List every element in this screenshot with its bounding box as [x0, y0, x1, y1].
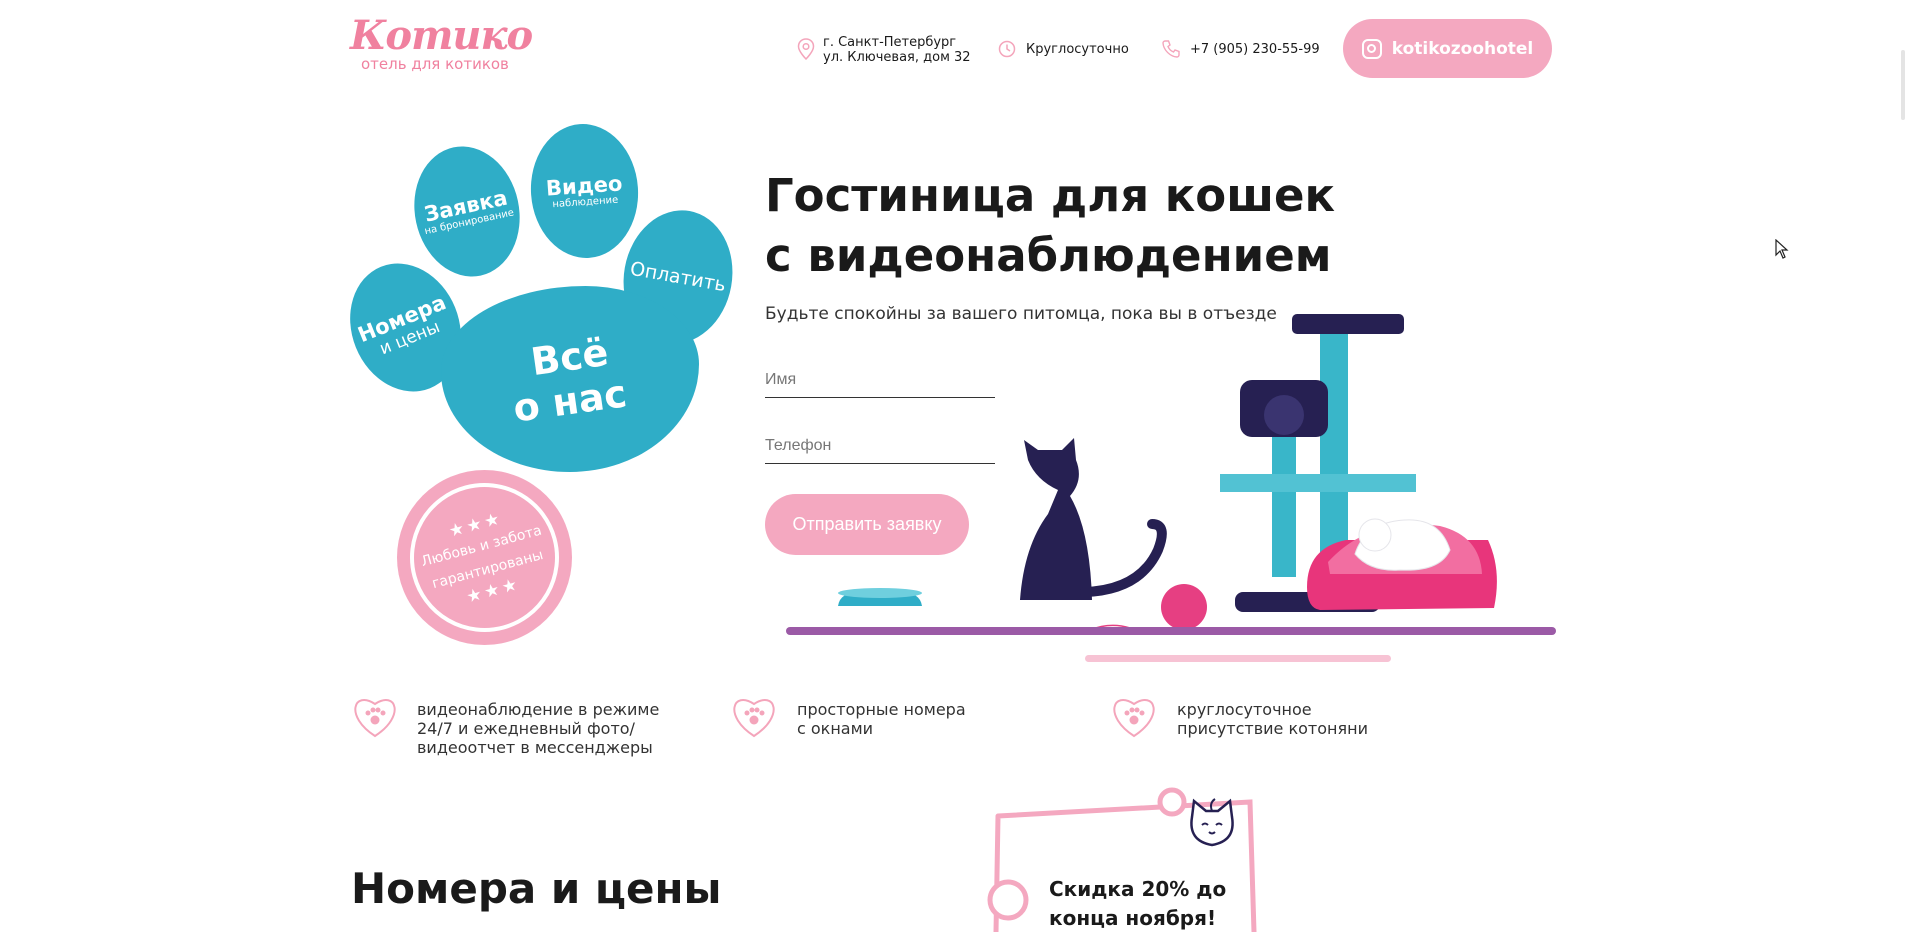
- mouse-cursor-icon: [1775, 239, 1789, 259]
- floor-shelf: [786, 627, 1556, 635]
- promo-line2: конца ноября!: [1049, 906, 1217, 930]
- hero-title: Гостиница для кошек с видеонаблюдением: [765, 166, 1335, 286]
- instagram-icon: [1361, 38, 1382, 59]
- guarantee-seal-text: ★★★ Любовь и забота гарантированы ★★★: [393, 466, 576, 649]
- scratch-post: [1320, 320, 1348, 575]
- cat-face-icon: [1190, 798, 1234, 847]
- heart-paw-icon: [733, 699, 775, 738]
- feature-rooms-line2: с окнами: [797, 719, 874, 738]
- heart-paw-icon: [1113, 699, 1155, 738]
- yarn-ball: [1161, 584, 1207, 630]
- paw-pay-label: Оплатить: [628, 257, 728, 297]
- scrollbar-thumb[interactable]: [1901, 50, 1905, 120]
- instagram-button[interactable]: kotikozoohotel: [1343, 19, 1552, 78]
- feature-staff: круглосуточное присутствие котоняни: [1177, 700, 1368, 738]
- paw-about-button[interactable]: Всё о нас: [441, 286, 699, 472]
- address-line2: ул. Ключевая, дом 32: [823, 50, 971, 65]
- feature-video-line3: видеоотчет в мессенджеры: [417, 738, 653, 757]
- logo-title[interactable]: Котико: [350, 12, 533, 59]
- feature-video-line2: 24/7 и ежедневный фото/: [417, 719, 635, 738]
- feature-rooms: просторные номера с окнами: [797, 700, 966, 738]
- feature-staff-line1: круглосуточное: [1177, 700, 1312, 719]
- cat-house-hole: [1264, 395, 1304, 435]
- hero-title-line1: Гостиница для кошек: [765, 169, 1336, 222]
- black-cat-tail: [1080, 519, 1167, 597]
- scratch-post-top: [1292, 314, 1404, 334]
- scratch-post-column: [1272, 437, 1296, 577]
- paw-booking-button[interactable]: Заявка на бронирование: [402, 136, 532, 287]
- paw-about-label2: о нас: [510, 371, 630, 431]
- promo-text: Скидка 20% до конца ноября!: [1049, 875, 1226, 933]
- feature-video-line1: видеонаблюдение в режиме: [417, 700, 660, 719]
- instagram-label: kotikozoohotel: [1391, 38, 1534, 59]
- heart-paw-icon: [354, 699, 396, 738]
- address: г. Санкт-Петербург ул. Ключевая, дом 32: [823, 35, 971, 65]
- location-pin-icon: [797, 38, 815, 60]
- promo-line1: Скидка 20% до: [1049, 877, 1227, 901]
- rooms-prices-heading: Номера и цены: [351, 864, 722, 913]
- clock-icon: [998, 40, 1016, 58]
- feature-rooms-line1: просторные номера: [797, 700, 966, 719]
- phone-icon: [1162, 40, 1180, 58]
- floor-shadow: [1085, 655, 1391, 662]
- black-cat: [1020, 438, 1092, 600]
- scratch-post-shelf: [1220, 474, 1416, 492]
- phone-link[interactable]: +7 (905) 230-55-99: [1190, 42, 1320, 57]
- working-hours: Круглосуточно: [1026, 42, 1129, 57]
- white-cat-head: [1358, 518, 1392, 552]
- cat-bowl-rim: [838, 588, 922, 598]
- address-line1: г. Санкт-Петербург: [823, 35, 957, 50]
- hero-title-line2: с видеонаблюдением: [765, 229, 1332, 282]
- feature-video: видеонаблюдение в режиме 24/7 и ежедневн…: [417, 700, 659, 757]
- feature-staff-line2: присутствие котоняни: [1177, 719, 1368, 738]
- logo-subtitle: отель для котиков: [361, 55, 509, 73]
- cat-hotel-illustration: [786, 314, 1556, 662]
- paw-video-button[interactable]: Видео наблюдение: [526, 120, 643, 262]
